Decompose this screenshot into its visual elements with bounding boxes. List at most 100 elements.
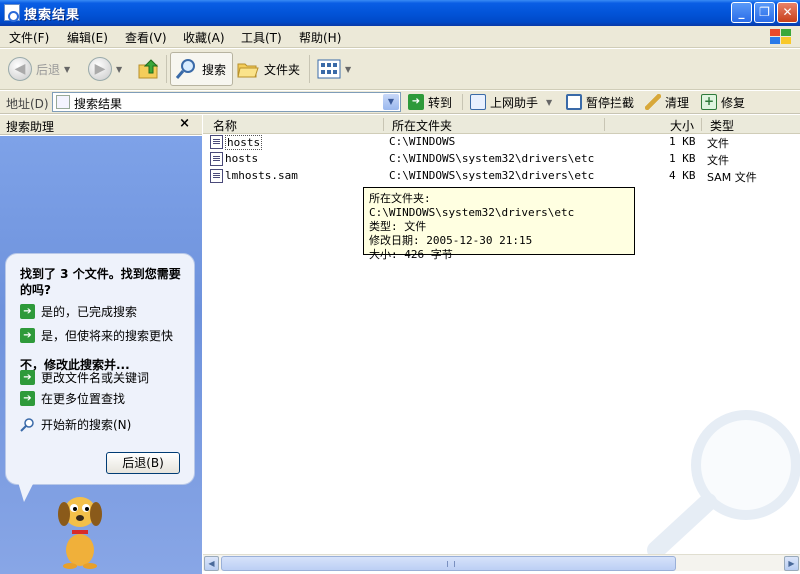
option-faster-label: 是，但使将来的搜索更快	[41, 329, 174, 343]
clean-label: 清理	[665, 95, 690, 110]
up-folder-button[interactable]	[137, 52, 161, 86]
column-divider[interactable]	[604, 118, 605, 131]
file-type: 文件	[707, 137, 729, 150]
column-type[interactable]: 类型	[710, 117, 734, 134]
scroll-thumb[interactable]	[221, 556, 676, 571]
file-name: hosts	[225, 135, 263, 150]
forward-button[interactable]: ▶ ▼	[88, 52, 122, 86]
file-row[interactable]: hosts C:\WINDOWS\system32\drivers\etc 1 …	[203, 151, 800, 168]
option-change-keywords[interactable]: ➔ 更改文件名或关键词	[20, 369, 149, 386]
horizontal-scrollbar[interactable]: ◀ ▶	[203, 554, 800, 571]
file-size: 1 KB	[669, 152, 696, 165]
back-button[interactable]: ◀ 后退 ▼	[8, 52, 70, 86]
file-icon	[210, 169, 223, 183]
search-button[interactable]: 搜索	[170, 52, 234, 86]
tooltip-size: 大小: 426 字节	[369, 248, 453, 261]
toolbar: ◀ 后退 ▼ ▶ ▼ 搜索 文件夹 ▼	[0, 49, 800, 90]
file-folder: C:\WINDOWS\system32\drivers\etc	[389, 152, 595, 165]
window-title: 搜索结果	[24, 8, 81, 23]
option-change-keywords-label: 更改文件名或关键词	[41, 371, 150, 385]
file-folder: C:\WINDOWS	[389, 135, 456, 148]
pane-back-button[interactable]: 后退(B)	[106, 452, 180, 474]
search-icon	[175, 59, 195, 79]
address-bar: 地址(D) 搜索结果 ▼ ➜ 转到 上网助手 ▼ 暂停拦截 清理 + 修复	[0, 91, 800, 114]
folders-icon	[237, 63, 259, 78]
option-more-locations-label: 在更多位置查找	[41, 392, 126, 406]
views-button[interactable]: ▼	[317, 52, 351, 86]
file-name: lmhosts.sam	[225, 169, 298, 182]
column-divider[interactable]	[383, 118, 384, 131]
search-companion-title: 搜索助理	[6, 120, 55, 134]
folders-label: 文件夹	[264, 62, 301, 77]
popup-block-icon	[566, 94, 582, 110]
close-pane-icon[interactable]: ×	[179, 116, 190, 131]
menu-file[interactable]: 文件(F)	[9, 29, 49, 46]
back-dropdown-icon[interactable]: ▼	[64, 65, 70, 74]
file-size: 4 KB	[669, 169, 696, 182]
repair-button[interactable]: + 修复	[701, 93, 745, 111]
search-results-icon	[56, 95, 70, 109]
menu-tools[interactable]: 工具(T)	[241, 29, 282, 46]
scroll-right-icon[interactable]: ▶	[784, 556, 799, 571]
scroll-left-icon[interactable]: ◀	[204, 556, 219, 571]
toolbar-separator	[309, 55, 310, 83]
title-bar[interactable]: 搜索结果 _ ❐ ✕	[0, 0, 800, 26]
option-more-locations[interactable]: ➔ 在更多位置查找	[20, 390, 125, 407]
web-assistant-dropdown-icon[interactable]: ▼	[546, 98, 552, 107]
menu-edit[interactable]: 编辑(E)	[67, 29, 108, 46]
broom-icon	[645, 94, 661, 110]
column-divider[interactable]	[701, 118, 702, 131]
close-button[interactable]: ✕	[777, 2, 798, 23]
search-dog-icon	[58, 497, 102, 569]
popup-block-button[interactable]: 暂停拦截	[566, 93, 634, 111]
file-row[interactable]: lmhosts.sam C:\WINDOWS\system32\drivers\…	[203, 168, 800, 185]
option-new-search-label: 开始新的搜索(N)	[41, 418, 132, 432]
menu-favorites[interactable]: 收藏(A)	[183, 29, 225, 46]
menu-help[interactable]: 帮助(H)	[299, 29, 341, 46]
search-window-icon	[4, 4, 20, 22]
folders-button[interactable]: 文件夹	[236, 52, 300, 86]
file-row[interactable]: hosts C:\WINDOWS 1 KB 文件	[203, 134, 800, 151]
search-companion-header: 搜索助理 ×	[0, 115, 202, 135]
clean-button[interactable]: 清理	[645, 93, 689, 111]
repair-label: 修复	[721, 95, 746, 110]
file-info-tooltip: 所在文件夹: C:\WINDOWS\system32\drivers\etc 类…	[363, 187, 635, 261]
search-icon	[20, 418, 34, 432]
toolbar-separator	[166, 55, 167, 83]
column-folder[interactable]: 所在文件夹	[392, 117, 452, 134]
forward-dropdown-icon[interactable]: ▼	[116, 65, 122, 74]
restore-button[interactable]: ❐	[754, 2, 775, 23]
assistant-bubble: 找到了 3 个文件。找到您需要的吗? ➔ 是的，已完成搜索 ➔ 是，但使将来的搜…	[5, 253, 195, 485]
web-assistant-button[interactable]: 上网助手 ▼	[470, 93, 552, 111]
option-done[interactable]: ➔ 是的，已完成搜索	[20, 303, 137, 320]
column-header: 名称 所在文件夹 大小 类型	[203, 115, 800, 134]
back-arrow-icon: ◀	[8, 57, 32, 81]
address-value: 搜索结果	[74, 97, 123, 111]
column-name[interactable]: 名称	[213, 117, 237, 134]
go-button[interactable]: ➜ 转到	[408, 93, 452, 111]
up-folder-icon	[138, 59, 159, 79]
tooltip-folder: 所在文件夹: C:\WINDOWS\system32\drivers\etc	[369, 192, 575, 219]
address-dropdown-icon[interactable]: ▼	[383, 94, 399, 110]
search-companion-pane: 找到了 3 个文件。找到您需要的吗? ➔ 是的，已完成搜索 ➔ 是，但使将来的搜…	[0, 136, 202, 574]
go-arrow-icon: ➜	[408, 94, 424, 110]
address-input[interactable]: 搜索结果 ▼	[52, 92, 401, 112]
search-label: 搜索	[202, 62, 227, 77]
green-arrow-icon: ➔	[20, 370, 35, 385]
option-new-search[interactable]: 开始新的搜索(N)	[20, 416, 131, 433]
file-type: 文件	[707, 154, 729, 167]
tooltip-type: 类型: 文件	[369, 220, 427, 233]
views-icon	[317, 59, 341, 79]
column-size[interactable]: 大小	[670, 117, 694, 134]
green-arrow-icon: ➔	[20, 391, 35, 406]
menu-view[interactable]: 查看(V)	[125, 29, 167, 46]
file-size: 1 KB	[669, 135, 696, 148]
go-label: 转到	[428, 95, 453, 110]
option-faster[interactable]: ➔ 是，但使将来的搜索更快	[20, 327, 173, 344]
minimize-button[interactable]: _	[731, 2, 752, 23]
back-label: 后退	[36, 62, 61, 77]
address-label: 地址(D)	[6, 97, 49, 111]
views-dropdown-icon[interactable]: ▼	[345, 65, 351, 74]
web-assistant-label: 上网助手	[490, 95, 539, 110]
repair-plus-icon: +	[701, 94, 717, 110]
